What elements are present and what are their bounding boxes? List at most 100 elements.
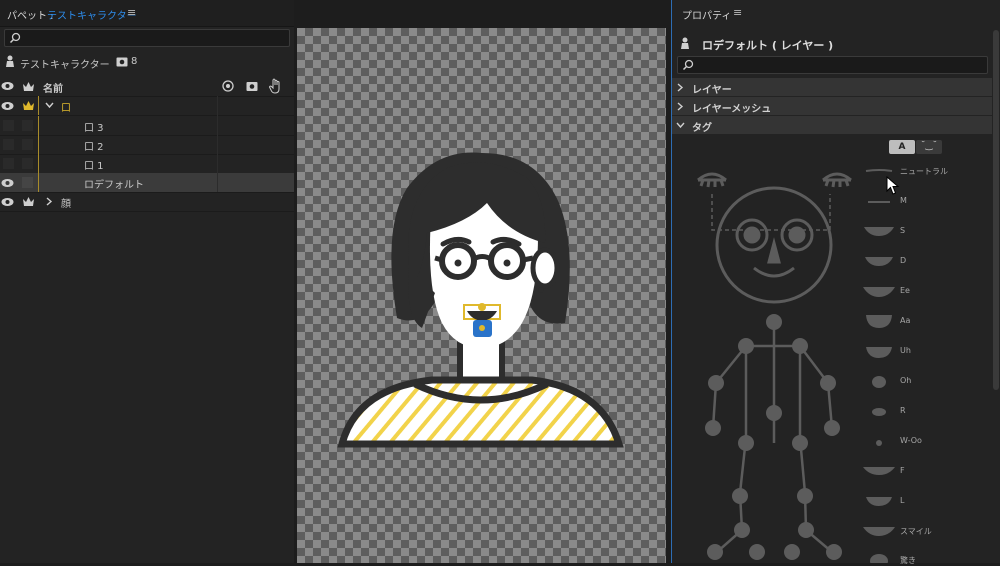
crown-toggle-empty[interactable]	[22, 177, 33, 188]
column-divider	[217, 96, 218, 192]
mouth-tag-label[interactable]: W-Oo	[900, 436, 922, 445]
layer-row-mouth-group[interactable]: 口	[0, 96, 294, 116]
eye-right	[503, 259, 511, 267]
mouth-r-icon[interactable]	[870, 406, 888, 418]
layer-name: 口 2	[84, 142, 104, 153]
mouth-m-icon[interactable]	[864, 198, 894, 206]
mouth-tag-list: ニュートラル M S D Ee Aa Uh Oh R W-Oo F L スマイル…	[858, 160, 968, 566]
puppet-label: テストキャラクター	[20, 60, 110, 71]
tag-body-diagram	[697, 172, 852, 560]
mouth-f-icon[interactable]	[861, 464, 897, 476]
mouth-uh-icon[interactable]	[863, 344, 895, 360]
crown-toggle-empty[interactable]	[22, 158, 33, 169]
mouth-tag-label[interactable]: Uh	[900, 346, 911, 355]
chevron-right-icon	[677, 102, 684, 111]
mouth-tag-label[interactable]: M	[900, 196, 907, 205]
layer-row-mouth-default[interactable]: ロデフォルト	[0, 173, 294, 193]
target-column-icon	[222, 80, 234, 92]
mouth-oh-icon[interactable]	[870, 374, 888, 390]
section-label: レイヤー	[692, 85, 732, 96]
section-layer-mesh[interactable]: レイヤーメッシュ	[672, 97, 992, 115]
section-layer[interactable]: レイヤー	[672, 78, 992, 96]
crown-icon[interactable]	[22, 100, 35, 111]
visibility-eye-icon[interactable]	[1, 197, 14, 207]
mouse-cursor-icon	[886, 176, 900, 195]
text-tags-toggle[interactable]: A	[889, 140, 915, 154]
chevron-right-icon[interactable]	[46, 197, 53, 206]
glasses-arm	[434, 255, 443, 263]
section-tags[interactable]: タグ	[672, 116, 992, 134]
visibility-toggle-empty[interactable]	[3, 120, 14, 131]
mouth-tag-label[interactable]: 驚き	[900, 555, 916, 566]
layer-row-mouth-2[interactable]: 口 2	[0, 135, 294, 155]
layer-row-mouth-1[interactable]: 口 1	[0, 154, 294, 174]
group-line	[38, 116, 39, 135]
mouth-aa-icon[interactable]	[863, 312, 895, 330]
glasses-bridge	[472, 254, 493, 262]
layer-column-header: 名前	[0, 77, 294, 97]
layer-name: ロデフォルト	[84, 180, 144, 191]
mouth-tag-label[interactable]: Oh	[900, 376, 911, 385]
mouth-tag-label[interactable]: F	[900, 466, 905, 475]
chevron-right-icon	[677, 83, 684, 92]
visibility-toggle-empty[interactable]	[3, 139, 14, 150]
earring	[538, 287, 544, 293]
puppet-panel-header: パペット : テストキャラクター ≡	[0, 0, 294, 27]
group-line	[38, 173, 39, 192]
shirt	[337, 376, 624, 448]
glasses-arm	[522, 255, 534, 263]
mouth-w-oo-icon[interactable]	[873, 437, 885, 449]
mouth-tag-label[interactable]: ニュートラル	[900, 166, 948, 177]
layer-name: 口	[61, 103, 71, 114]
visibility-toggle-empty[interactable]	[3, 158, 14, 169]
mouth-tag-label[interactable]: スマイル	[900, 526, 932, 537]
mouth-l-icon[interactable]	[863, 494, 895, 508]
mouth-tag-label[interactable]: D	[900, 256, 906, 265]
visibility-column-icon	[1, 82, 14, 90]
properties-scrollbar[interactable]	[993, 30, 999, 390]
panel-menu-icon[interactable]: ≡	[127, 6, 136, 19]
scene-canvas[interactable]	[297, 28, 666, 563]
puppet-name-tab[interactable]: テストキャラクター	[47, 7, 137, 22]
group-line	[38, 96, 39, 115]
visual-tags-toggle[interactable]: ˘‿˘	[916, 140, 942, 154]
mouth-ee-icon[interactable]	[861, 284, 897, 298]
record-column-icon	[246, 82, 258, 91]
layer-name: 口 3	[84, 123, 104, 134]
crown-icon[interactable]	[22, 196, 35, 207]
panel-menu-icon[interactable]: ≡	[733, 6, 742, 19]
mouth-tag-label[interactable]: Aa	[900, 316, 910, 325]
record-count: 8	[131, 56, 138, 67]
crown-toggle-empty[interactable]	[22, 120, 33, 131]
chevron-down-icon[interactable]	[45, 102, 54, 109]
mouth-handle-top[interactable]	[478, 303, 486, 311]
group-line	[38, 135, 39, 154]
visibility-eye-icon[interactable]	[1, 178, 14, 188]
crown-column-icon	[23, 82, 34, 91]
mouth-tag-label[interactable]: L	[900, 496, 904, 505]
layer-row-face[interactable]: 顔	[0, 192, 294, 212]
crown-toggle-empty[interactable]	[22, 139, 33, 150]
mouth-tag-label[interactable]: S	[900, 226, 905, 235]
section-label: タグ	[692, 123, 712, 134]
mouth-tag-label[interactable]: R	[900, 406, 906, 415]
layer-icon	[681, 37, 689, 49]
character-artwork	[337, 152, 624, 448]
mouth-tag-label[interactable]: Ee	[900, 286, 910, 295]
search-icon	[9, 32, 21, 44]
layer-row-mouth-3[interactable]: 口 3	[0, 116, 294, 136]
mouth-d-icon[interactable]	[862, 254, 896, 268]
record-count-icon	[116, 57, 128, 67]
layer-name: 口 1	[84, 161, 104, 172]
name-column-label: 名前	[43, 84, 63, 95]
visibility-eye-icon[interactable]	[1, 101, 14, 111]
mouth-smile-icon[interactable]	[861, 524, 897, 538]
mouth-surprised-icon[interactable]	[868, 552, 890, 563]
mouth-origin-dot	[479, 325, 485, 331]
properties-search-input[interactable]	[677, 56, 988, 74]
layer-name: 顔	[61, 199, 71, 210]
puppet-search-input[interactable]	[4, 29, 290, 47]
mouth-s-icon[interactable]	[862, 224, 896, 238]
properties-panel-title: プロパティ	[682, 11, 732, 22]
mouth-neutral-icon[interactable]	[864, 167, 894, 175]
